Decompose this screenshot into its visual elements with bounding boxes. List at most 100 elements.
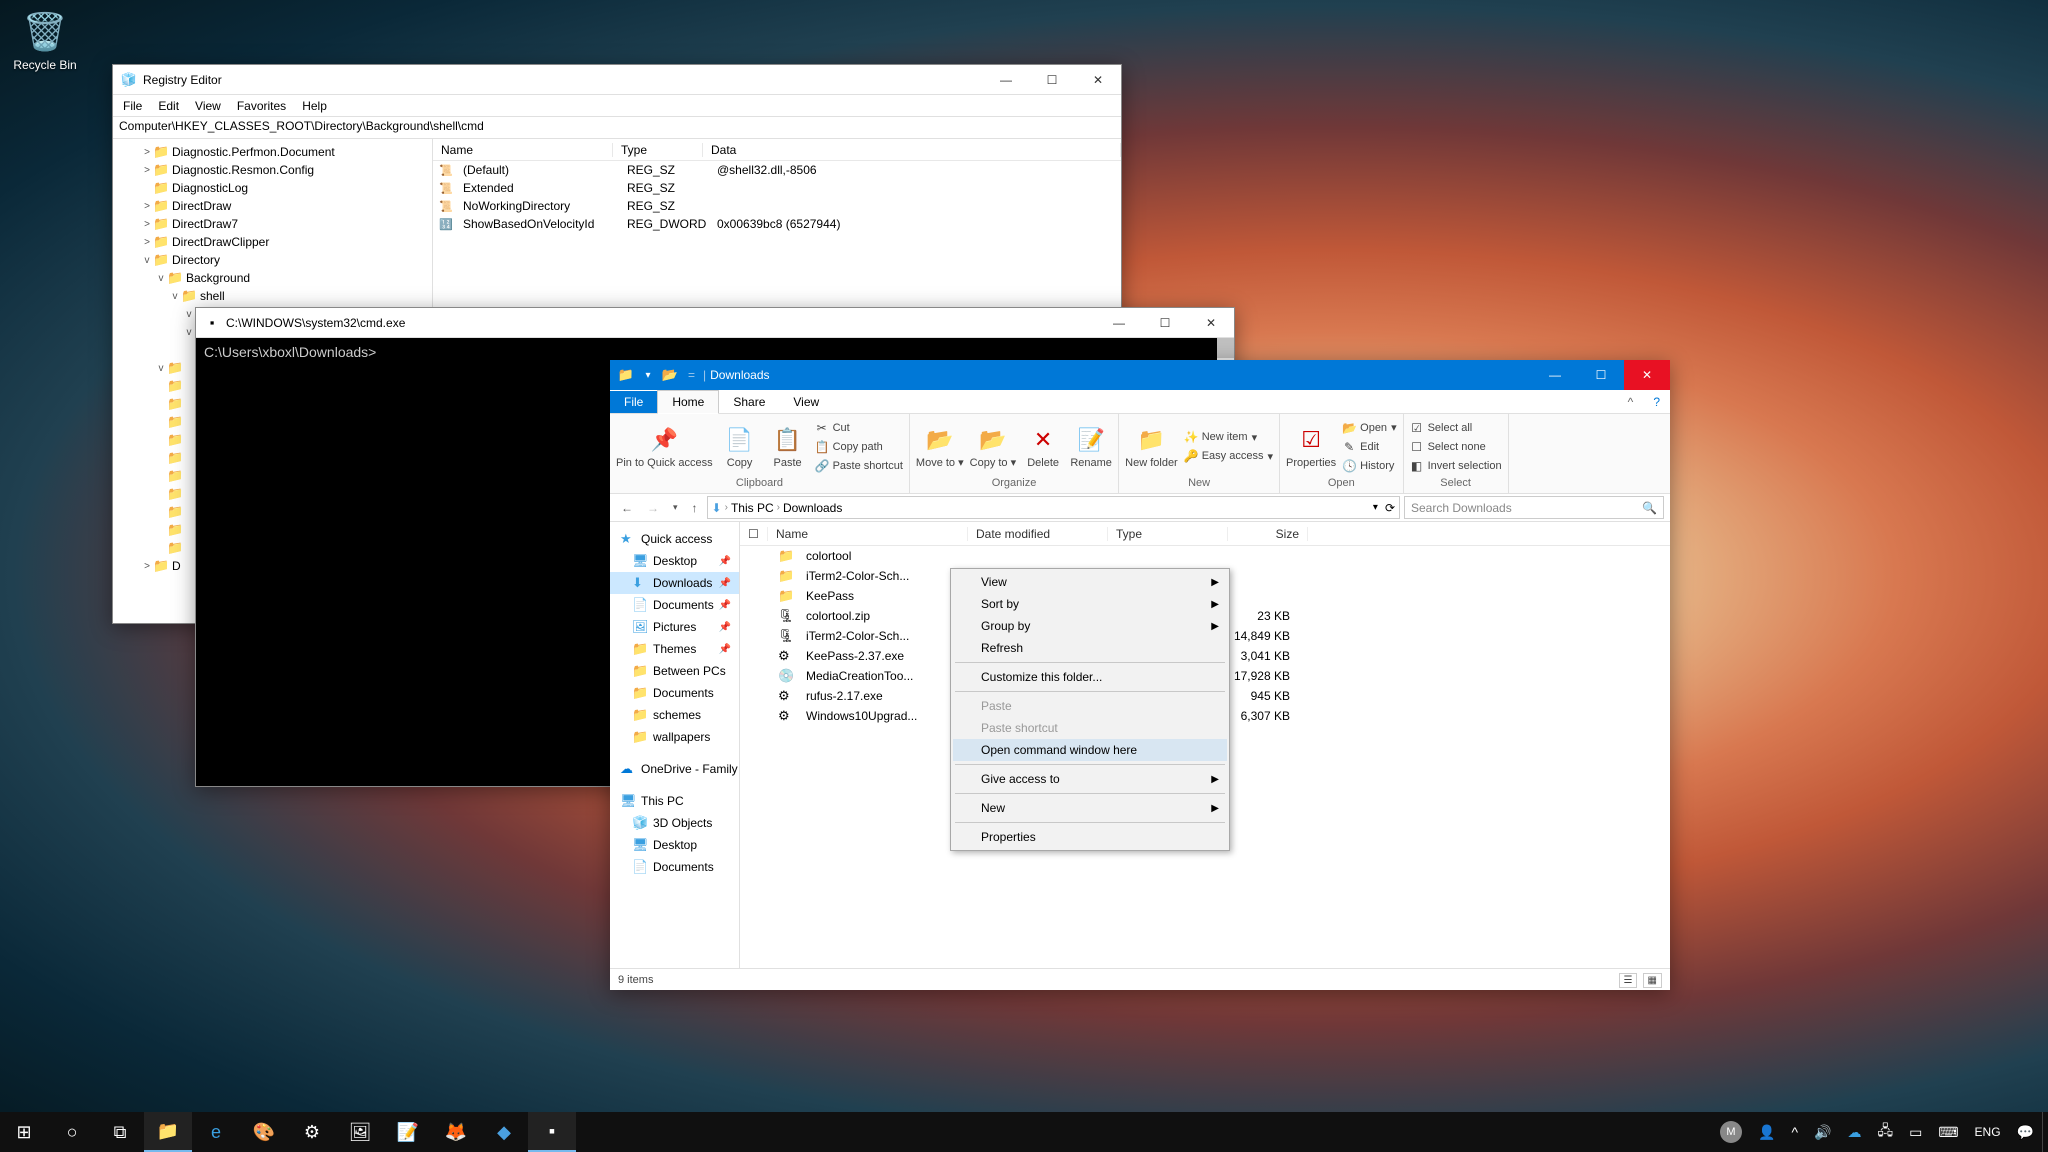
ctx-properties[interactable]: Properties bbox=[953, 826, 1227, 848]
menu-help[interactable]: Help bbox=[296, 97, 333, 115]
expand-icon[interactable]: v bbox=[155, 273, 167, 284]
select-all-button[interactable]: ☑Select all bbox=[1410, 419, 1502, 437]
recent-dropdown[interactable]: ▾ bbox=[668, 500, 683, 515]
network-icon[interactable]: 🖧 bbox=[1869, 1112, 1901, 1152]
select-none-button[interactable]: ☐Select none bbox=[1410, 438, 1502, 456]
nav-documents2[interactable]: 📁Documents bbox=[610, 682, 739, 704]
value-row[interactable]: 📜ExtendedREG_SZ bbox=[433, 179, 1121, 197]
view-details-button[interactable]: ☰ bbox=[1619, 973, 1638, 988]
value-row[interactable]: 🔢ShowBasedOnVelocityIdREG_DWORD0x00639bc… bbox=[433, 215, 1121, 233]
volume-icon[interactable]: 🔊 bbox=[1806, 1112, 1839, 1152]
paint-taskbar[interactable]: 🎨 bbox=[240, 1112, 288, 1152]
menu-edit[interactable]: Edit bbox=[152, 97, 185, 115]
expand-icon[interactable]: > bbox=[141, 147, 153, 158]
ctx-group-by[interactable]: Group by▶ bbox=[953, 615, 1227, 637]
ctx-view[interactable]: View▶ bbox=[953, 571, 1227, 593]
col-type[interactable]: Type bbox=[1108, 527, 1228, 541]
paste-button[interactable]: 📋Paste bbox=[767, 425, 809, 469]
up-button[interactable]: ↑ bbox=[687, 499, 703, 517]
tree-item[interactable]: v📁shell bbox=[113, 287, 432, 305]
expand-icon[interactable]: > bbox=[141, 201, 153, 212]
cmd-taskbar[interactable]: ▪ bbox=[528, 1112, 576, 1152]
refresh-button[interactable]: ⟳ bbox=[1385, 501, 1395, 515]
explorer-taskbar[interactable]: 📁 bbox=[144, 1112, 192, 1152]
move-to-button[interactable]: 📂Move to ▾ bbox=[916, 425, 964, 469]
col-name[interactable]: Name bbox=[433, 143, 613, 157]
nav-documents3[interactable]: 📄Documents bbox=[610, 856, 739, 878]
checkbox-column[interactable]: ☐ bbox=[740, 527, 768, 541]
close-button[interactable]: ✕ bbox=[1188, 308, 1234, 337]
ctx-refresh[interactable]: Refresh bbox=[953, 637, 1227, 659]
value-row[interactable]: 📜NoWorkingDirectoryREG_SZ bbox=[433, 197, 1121, 215]
ctx-new[interactable]: New▶ bbox=[953, 797, 1227, 819]
close-button[interactable]: ✕ bbox=[1075, 65, 1121, 94]
minimize-button[interactable]: — bbox=[983, 65, 1029, 94]
tree-item[interactable]: 📁DiagnosticLog bbox=[113, 179, 432, 197]
col-name[interactable]: Name bbox=[768, 527, 968, 541]
expand-icon[interactable]: v bbox=[155, 363, 167, 374]
show-desktop[interactable] bbox=[2042, 1112, 2048, 1152]
cut-button[interactable]: ✂Cut bbox=[815, 419, 903, 437]
nav-schemes[interactable]: 📁schemes bbox=[610, 704, 739, 726]
ctx-sort-by[interactable]: Sort by▶ bbox=[953, 593, 1227, 615]
tree-item[interactable]: >📁Diagnostic.Perfmon.Document bbox=[113, 143, 432, 161]
ctx-customize-this-folder-[interactable]: Customize this folder... bbox=[953, 666, 1227, 688]
firefox-taskbar[interactable]: 🦊 bbox=[432, 1112, 480, 1152]
onedrive-tray-icon[interactable]: ☁ bbox=[1839, 1112, 1869, 1152]
delete-button[interactable]: ✕Delete bbox=[1022, 425, 1064, 469]
expand-icon[interactable]: v bbox=[169, 291, 181, 302]
col-data[interactable]: Data bbox=[703, 143, 1121, 157]
tree-item[interactable]: v📁Directory bbox=[113, 251, 432, 269]
tab-share[interactable]: Share bbox=[719, 391, 779, 413]
tree-item[interactable]: >📁Diagnostic.Resmon.Config bbox=[113, 161, 432, 179]
col-type[interactable]: Type bbox=[613, 143, 703, 157]
expand-icon[interactable]: > bbox=[141, 219, 153, 230]
breadcrumb[interactable]: ⬇ › This PC › Downloads ▾ ⟳ bbox=[707, 496, 1400, 519]
file-row[interactable]: 📁colortool bbox=[740, 546, 1670, 566]
pin-to-quick-access[interactable]: 📌Pin to Quick access bbox=[616, 425, 713, 469]
expand-icon[interactable]: v bbox=[141, 255, 153, 266]
tree-item[interactable]: v📁Background bbox=[113, 269, 432, 287]
menu-file[interactable]: File bbox=[117, 97, 148, 115]
task-view-button[interactable]: ⧉ bbox=[96, 1112, 144, 1152]
copy-path-button[interactable]: 📋Copy path bbox=[815, 438, 903, 456]
view-icons-button[interactable]: ▦ bbox=[1643, 973, 1662, 988]
maximize-button[interactable]: ☐ bbox=[1578, 360, 1624, 390]
menu-favorites[interactable]: Favorites bbox=[231, 97, 292, 115]
ctx-open-command-window-here[interactable]: Open command window here bbox=[953, 739, 1227, 761]
search-input[interactable]: Search Downloads 🔍 bbox=[1404, 496, 1664, 519]
photos-taskbar[interactable]: 🖼 bbox=[336, 1112, 384, 1152]
close-button[interactable]: ✕ bbox=[1624, 360, 1670, 390]
tab-file[interactable]: File bbox=[610, 391, 657, 413]
ribbon-collapse[interactable]: ^ bbox=[1618, 391, 1644, 413]
new-folder-button[interactable]: 📁New folder bbox=[1125, 425, 1178, 469]
settings-taskbar[interactable]: ⚙ bbox=[288, 1112, 336, 1152]
tray-expand[interactable]: ^ bbox=[1783, 1112, 1806, 1152]
invert-selection-button[interactable]: ◧Invert selection bbox=[1410, 457, 1502, 475]
nav-between[interactable]: 📁Between PCs bbox=[610, 660, 739, 682]
people-icon[interactable]: 👤 bbox=[1750, 1112, 1783, 1152]
expand-icon[interactable]: v bbox=[183, 309, 195, 320]
properties-button[interactable]: ☑Properties bbox=[1286, 425, 1336, 469]
nav-thispc[interactable]: 🖥This PC bbox=[610, 790, 739, 812]
forward-button[interactable]: → bbox=[642, 499, 664, 517]
copy-to-button[interactable]: 📂Copy to ▾ bbox=[970, 425, 1017, 469]
copy-button[interactable]: 📄Copy bbox=[719, 425, 761, 469]
cortana-button[interactable]: ○ bbox=[48, 1112, 96, 1152]
recycle-bin[interactable]: 🗑️ Recycle Bin bbox=[10, 8, 80, 72]
keyboard-icon[interactable]: ⌨ bbox=[1930, 1112, 1966, 1152]
nav-onedrive[interactable]: ☁OneDrive - Family bbox=[610, 758, 739, 780]
nav-downloads[interactable]: ⬇Downloads📌 bbox=[610, 572, 739, 594]
edge-taskbar[interactable]: e bbox=[192, 1112, 240, 1152]
new-item-button[interactable]: ✨New item ▾ bbox=[1184, 428, 1273, 446]
back-button[interactable]: ← bbox=[616, 499, 638, 517]
edit-button[interactable]: ✎Edit bbox=[1342, 438, 1396, 456]
col-date[interactable]: Date modified bbox=[968, 527, 1108, 541]
app-taskbar[interactable]: ◆ bbox=[480, 1112, 528, 1152]
nav-pane[interactable]: ★Quick access 🖥Desktop📌 ⬇Downloads📌 📄Doc… bbox=[610, 522, 740, 968]
maximize-button[interactable]: ☐ bbox=[1029, 65, 1075, 94]
expand-icon[interactable]: > bbox=[141, 165, 153, 176]
easy-access-button[interactable]: 🔑Easy access ▾ bbox=[1184, 447, 1273, 465]
open-button[interactable]: 📂Open ▾ bbox=[1342, 419, 1396, 437]
tree-item[interactable]: >📁DirectDraw bbox=[113, 197, 432, 215]
